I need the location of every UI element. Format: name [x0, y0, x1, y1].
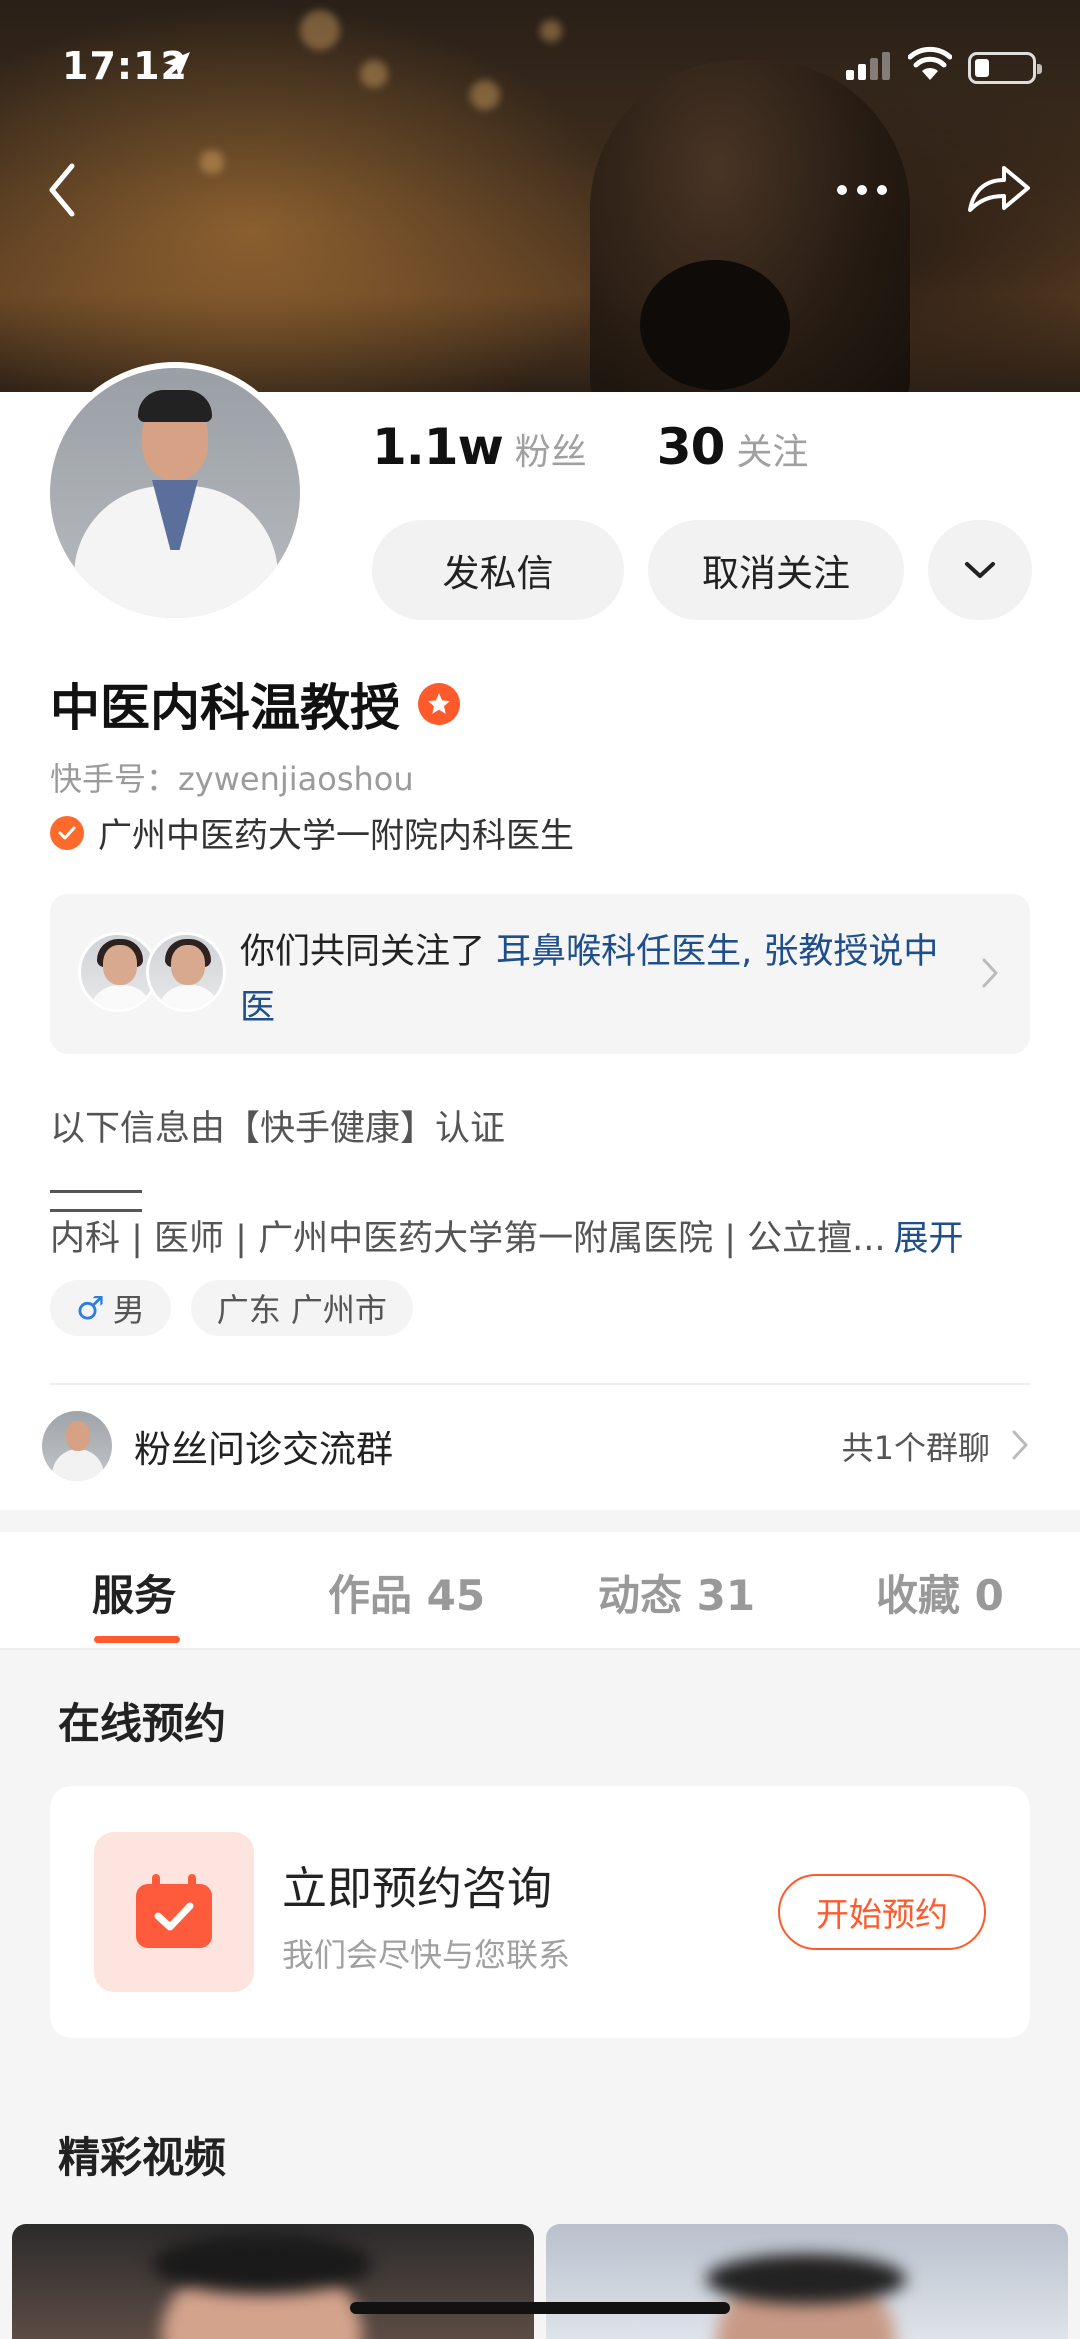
- tab-favorites[interactable]: 收藏 0: [876, 1562, 1004, 1623]
- booking-subtitle: 我们会尽快与您联系: [282, 1936, 571, 1974]
- mutual-separator: ,: [741, 932, 764, 972]
- male-icon: ♂: [76, 1289, 105, 1327]
- bio-detail: 内科 | 医师 | 广州中医药大学第一附属医院 | 公立擅...: [50, 1219, 886, 1259]
- certification-source: 以下信息由【快手健康】认证: [50, 1109, 506, 1149]
- active-tab-indicator: [94, 1636, 180, 1643]
- chevron-right-icon: [982, 958, 998, 988]
- share-button[interactable]: [964, 160, 1034, 216]
- online-booking-title: 在线预约: [58, 1699, 227, 1748]
- more-options-button[interactable]: [832, 180, 892, 200]
- avatar[interactable]: [44, 362, 306, 624]
- wifi-icon: [908, 46, 952, 80]
- bio-text: 内科 | 医师 | 广州中医药大学第一附属医院 | 公立擅... 展开: [50, 1210, 964, 1261]
- followers-label[interactable]: 粉丝: [515, 423, 587, 475]
- section-divider: [50, 1178, 244, 1212]
- mutual-follow-text: 你们共同关注了 耳鼻喉科任医生, 张教授说中医: [240, 924, 970, 1036]
- status-bar: 17:12: [0, 0, 1080, 130]
- profile-actions: 发私信 取消关注: [372, 520, 1032, 620]
- mutual-avatar-2: [146, 932, 226, 1012]
- following-count[interactable]: 30: [657, 418, 726, 476]
- profile-stats: 1.1w 粉丝 30 关注: [372, 418, 808, 476]
- divider: [50, 1383, 1030, 1385]
- location-arrow-icon: [164, 52, 190, 78]
- profile-name: 中医内科温教授: [50, 679, 400, 737]
- tab-services[interactable]: 服务: [92, 1562, 176, 1623]
- chevron-down-icon: [965, 562, 995, 578]
- chevron-right-icon: [1012, 1430, 1028, 1460]
- calendar-check-icon: [94, 1832, 254, 1992]
- tab-works[interactable]: 作品 45: [328, 1562, 485, 1623]
- profile-tags: ♂ 男 广东 广州市: [50, 1280, 433, 1336]
- kuaishou-id[interactable]: 快手号：zywenjiaoshou: [50, 754, 414, 800]
- booking-title: 立即预约咨询: [282, 1862, 553, 1915]
- mutual-follow-card[interactable]: 你们共同关注了 耳鼻喉科任医生, 张教授说中医: [50, 894, 1030, 1054]
- booking-card[interactable]: 立即预约咨询 我们会尽快与您联系 开始预约: [50, 1786, 1030, 2038]
- verified-star-icon[interactable]: [418, 683, 460, 725]
- start-booking-button[interactable]: 开始预约: [778, 1874, 986, 1950]
- back-button[interactable]: [44, 160, 80, 220]
- group-name: 粉丝问诊交流群: [134, 1428, 393, 1471]
- name-row: 中医内科温教授: [50, 668, 460, 740]
- group-count: 共1个群聊: [841, 1429, 990, 1467]
- followers-count[interactable]: 1.1w: [372, 418, 504, 476]
- video-thumbnail-2[interactable]: [546, 2224, 1068, 2339]
- home-indicator[interactable]: [350, 2302, 730, 2314]
- send-message-button[interactable]: 发私信: [372, 520, 624, 620]
- content-tabs: 服务 作品 45 动态 31 收藏 0: [0, 1532, 1080, 1650]
- certification-row: 广州中医药大学一附院内科医生: [50, 808, 574, 857]
- group-avatar: [42, 1411, 112, 1481]
- gender-label: 男: [112, 1291, 145, 1329]
- battery-icon: [968, 52, 1042, 84]
- location-tag: 广东 广州市: [190, 1280, 413, 1336]
- mutual-link-1[interactable]: 耳鼻喉科任医生: [496, 932, 741, 972]
- mutual-prefix: 你们共同关注了: [240, 932, 497, 972]
- cellular-signal-icon: [846, 52, 894, 80]
- certified-check-icon: [50, 815, 84, 850]
- certification-text: 广州中医药大学一附院内科医生: [98, 816, 574, 856]
- gender-tag: ♂ 男: [50, 1280, 171, 1336]
- video-thumbnail-1[interactable]: [12, 2224, 534, 2339]
- following-label[interactable]: 关注: [736, 423, 808, 475]
- expand-recommendations-button[interactable]: [928, 520, 1032, 620]
- fan-group-row[interactable]: 粉丝问诊交流群 共1个群聊: [42, 1408, 1030, 1484]
- unfollow-button[interactable]: 取消关注: [648, 520, 904, 620]
- expand-bio-button[interactable]: 展开: [894, 1219, 964, 1259]
- featured-videos-title: 精彩视频: [58, 2133, 227, 2182]
- tab-moments[interactable]: 动态 31: [598, 1562, 755, 1623]
